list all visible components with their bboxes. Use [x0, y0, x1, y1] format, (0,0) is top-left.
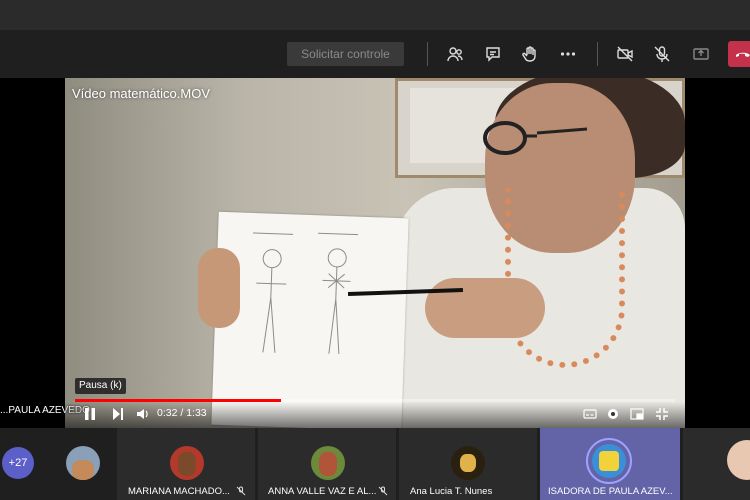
miniplayer-icon [630, 408, 644, 420]
request-control-button[interactable]: Solicitar controle [287, 42, 404, 66]
time-display: 0:32 / 1:33 [157, 407, 207, 419]
next-button[interactable] [110, 406, 126, 422]
participant-name: ANNA VALLE VAZ E AL... [268, 486, 377, 497]
participant-name: ISADORA DE PAULA AZEV... [548, 486, 673, 497]
subtitles-icon [583, 409, 597, 419]
mic-off-icon [378, 486, 388, 496]
pause-icon [85, 408, 95, 420]
raise-hand-icon[interactable] [518, 42, 542, 66]
chat-icon[interactable] [481, 42, 505, 66]
progress-bar[interactable] [75, 399, 675, 402]
participant-name: MARIANA MACHADO... [128, 486, 230, 497]
pause-tooltip: Pausa (k) [75, 378, 126, 394]
settings-button[interactable] [605, 406, 621, 422]
presenter-arm [425, 278, 545, 338]
pause-button[interactable] [82, 406, 98, 422]
more-icon[interactable] [556, 42, 580, 66]
participant-avatar [592, 444, 626, 478]
necklace [505, 188, 625, 368]
volume-button[interactable] [135, 406, 151, 422]
participant-avatar [311, 446, 345, 480]
camera-off-icon[interactable] [613, 42, 637, 66]
hang-up-button[interactable] [728, 41, 750, 67]
mic-off-icon [236, 486, 246, 496]
toolbar-divider [597, 42, 598, 66]
progress-fill [75, 399, 282, 402]
subtitles-button[interactable] [582, 406, 598, 422]
mic-off-icon[interactable] [650, 42, 674, 66]
shared-video[interactable] [65, 78, 685, 428]
fullscreen-exit-button[interactable] [654, 406, 670, 422]
video-title: Vídeo matemático.MOV [72, 86, 210, 101]
presenter-hand [198, 248, 240, 328]
skip-next-icon [113, 408, 123, 420]
participant-avatar [66, 446, 100, 480]
participant-avatar [170, 446, 204, 480]
drawing-paper [211, 211, 409, 428]
participants-icon[interactable] [443, 42, 467, 66]
glasses-shape [483, 121, 587, 155]
participant-name: Ana Lucia T. Nunes [410, 486, 493, 497]
participant-avatar [451, 446, 485, 480]
miniplayer-button[interactable] [629, 406, 645, 422]
fullscreen-exit-icon [656, 408, 668, 420]
hang-up-icon [736, 52, 750, 57]
title-bar [0, 0, 750, 30]
volume-icon [137, 409, 148, 419]
toolbar-divider [427, 42, 428, 66]
more-participants-badge[interactable]: +27 [2, 447, 34, 479]
gear-icon [608, 409, 618, 419]
share-screen-icon[interactable] [689, 42, 713, 66]
